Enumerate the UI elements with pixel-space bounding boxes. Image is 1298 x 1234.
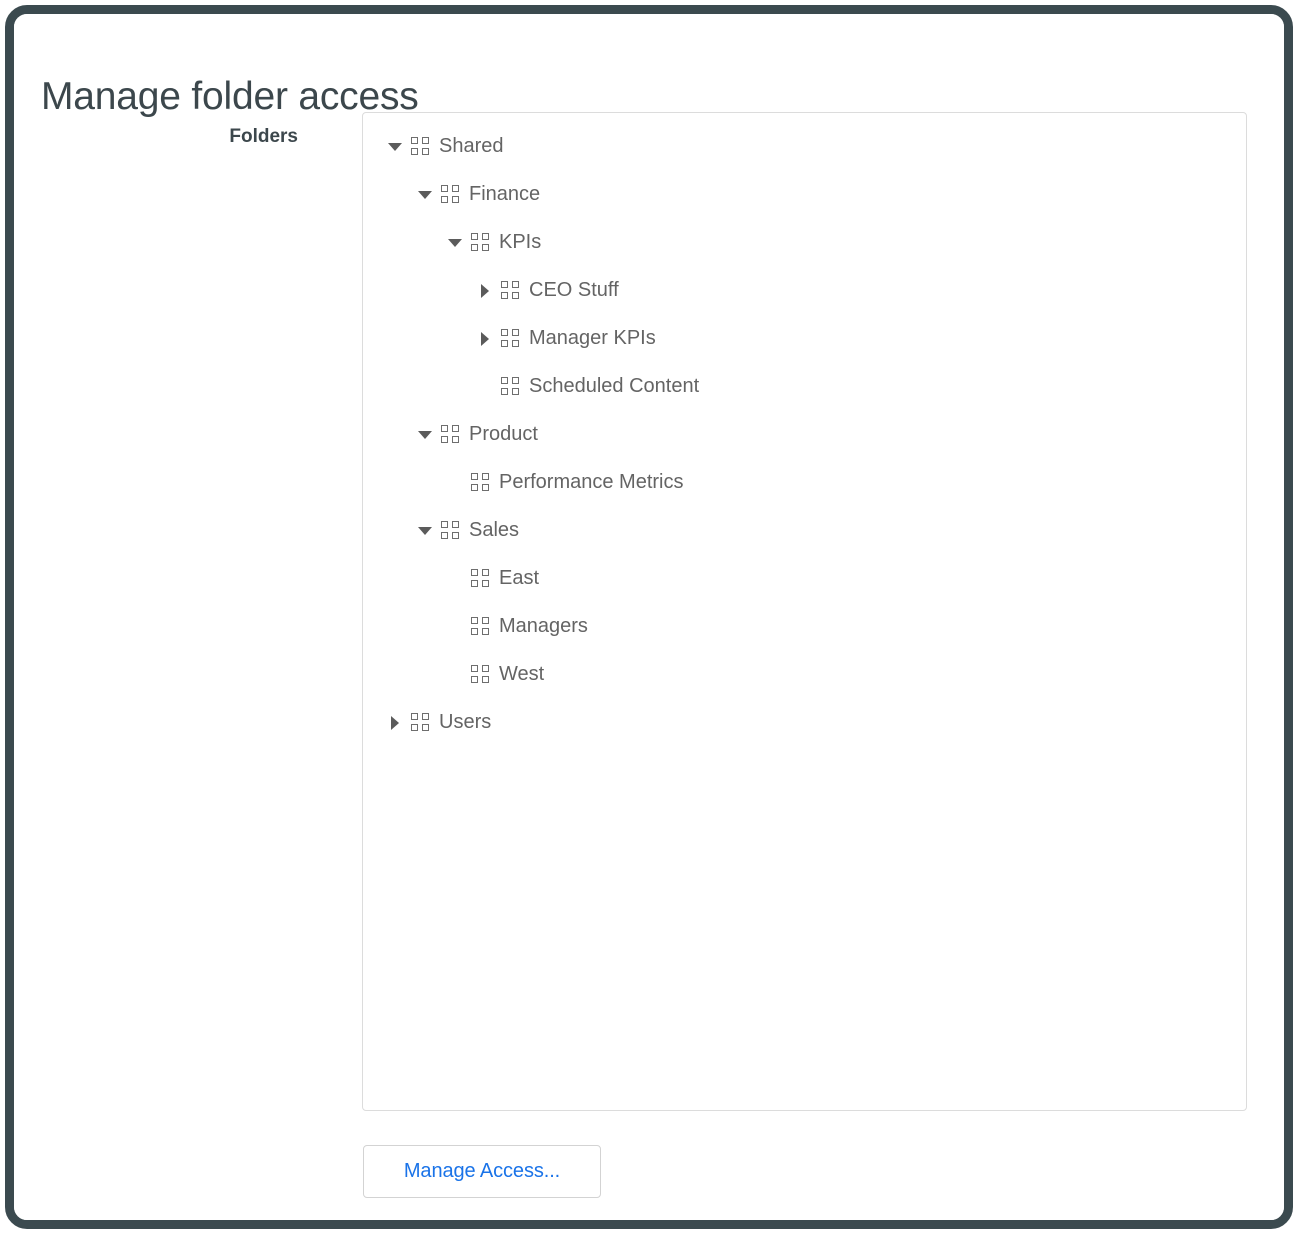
grid-folder-icon: [441, 185, 460, 204]
caret-right-icon[interactable]: [385, 712, 405, 732]
caret-down-icon[interactable]: [415, 184, 435, 204]
tree-item-label: KPIs: [499, 230, 541, 254]
grid-folder-icon: [501, 377, 520, 396]
tree-item[interactable]: Performance Metrics: [363, 458, 1246, 506]
tree-item-label: West: [499, 662, 544, 686]
tree-item-label: Scheduled Content: [529, 374, 699, 398]
grid-folder-icon: [471, 617, 490, 636]
grid-folder-icon: [471, 473, 490, 492]
tree-item-label: Managers: [499, 614, 588, 638]
tree-item[interactable]: Product: [363, 410, 1246, 458]
grid-folder-icon: [501, 329, 520, 348]
grid-folder-icon: [471, 233, 490, 252]
page-body: Manage folder access Folders SharedFinan…: [14, 14, 1284, 1220]
window-frame: Manage folder access Folders SharedFinan…: [5, 5, 1293, 1229]
twisty-spacer: [445, 616, 465, 636]
tree-item[interactable]: Manager KPIs: [363, 314, 1246, 362]
tree-item[interactable]: East: [363, 554, 1246, 602]
folder-tree-panel[interactable]: Shared Finance KPIs CEO Stuff Manager KPIs Sc…: [362, 112, 1247, 1111]
tree-item[interactable]: Sales: [363, 506, 1246, 554]
tree-item-label: Manager KPIs: [529, 326, 656, 350]
tree-item[interactable]: Shared: [363, 122, 1246, 170]
grid-folder-icon: [441, 425, 460, 444]
tree-item-label: Sales: [469, 518, 519, 542]
grid-folder-icon: [441, 521, 460, 540]
grid-folder-icon: [471, 665, 490, 684]
tree-item[interactable]: KPIs: [363, 218, 1246, 266]
tree-item-label: Product: [469, 422, 538, 446]
twisty-spacer: [445, 472, 465, 492]
tree-item[interactable]: CEO Stuff: [363, 266, 1246, 314]
caret-down-icon[interactable]: [415, 520, 435, 540]
tree-item-label: Shared: [439, 134, 504, 158]
tree-item-label: East: [499, 566, 539, 590]
manage-access-button[interactable]: Manage Access...: [363, 1145, 601, 1198]
caret-down-icon[interactable]: [445, 232, 465, 252]
tree-item-label: Finance: [469, 182, 540, 206]
tree-item-label: Performance Metrics: [499, 470, 684, 494]
tree-item[interactable]: Managers: [363, 602, 1246, 650]
grid-folder-icon: [411, 713, 430, 732]
caret-down-icon[interactable]: [415, 424, 435, 444]
twisty-spacer: [475, 376, 495, 396]
tree-item[interactable]: Finance: [363, 170, 1246, 218]
twisty-spacer: [445, 568, 465, 588]
tree-item[interactable]: Scheduled Content: [363, 362, 1246, 410]
caret-down-icon[interactable]: [385, 136, 405, 156]
grid-folder-icon: [471, 569, 490, 588]
tree-item-label: Users: [439, 710, 491, 734]
caret-right-icon[interactable]: [475, 328, 495, 348]
caret-right-icon[interactable]: [475, 280, 495, 300]
tree-item[interactable]: Users: [363, 698, 1246, 746]
twisty-spacer: [445, 664, 465, 684]
grid-folder-icon: [501, 281, 520, 300]
tree-item[interactable]: West: [363, 650, 1246, 698]
folders-label: Folders: [14, 126, 298, 148]
grid-folder-icon: [411, 137, 430, 156]
tree-item-label: CEO Stuff: [529, 278, 619, 302]
